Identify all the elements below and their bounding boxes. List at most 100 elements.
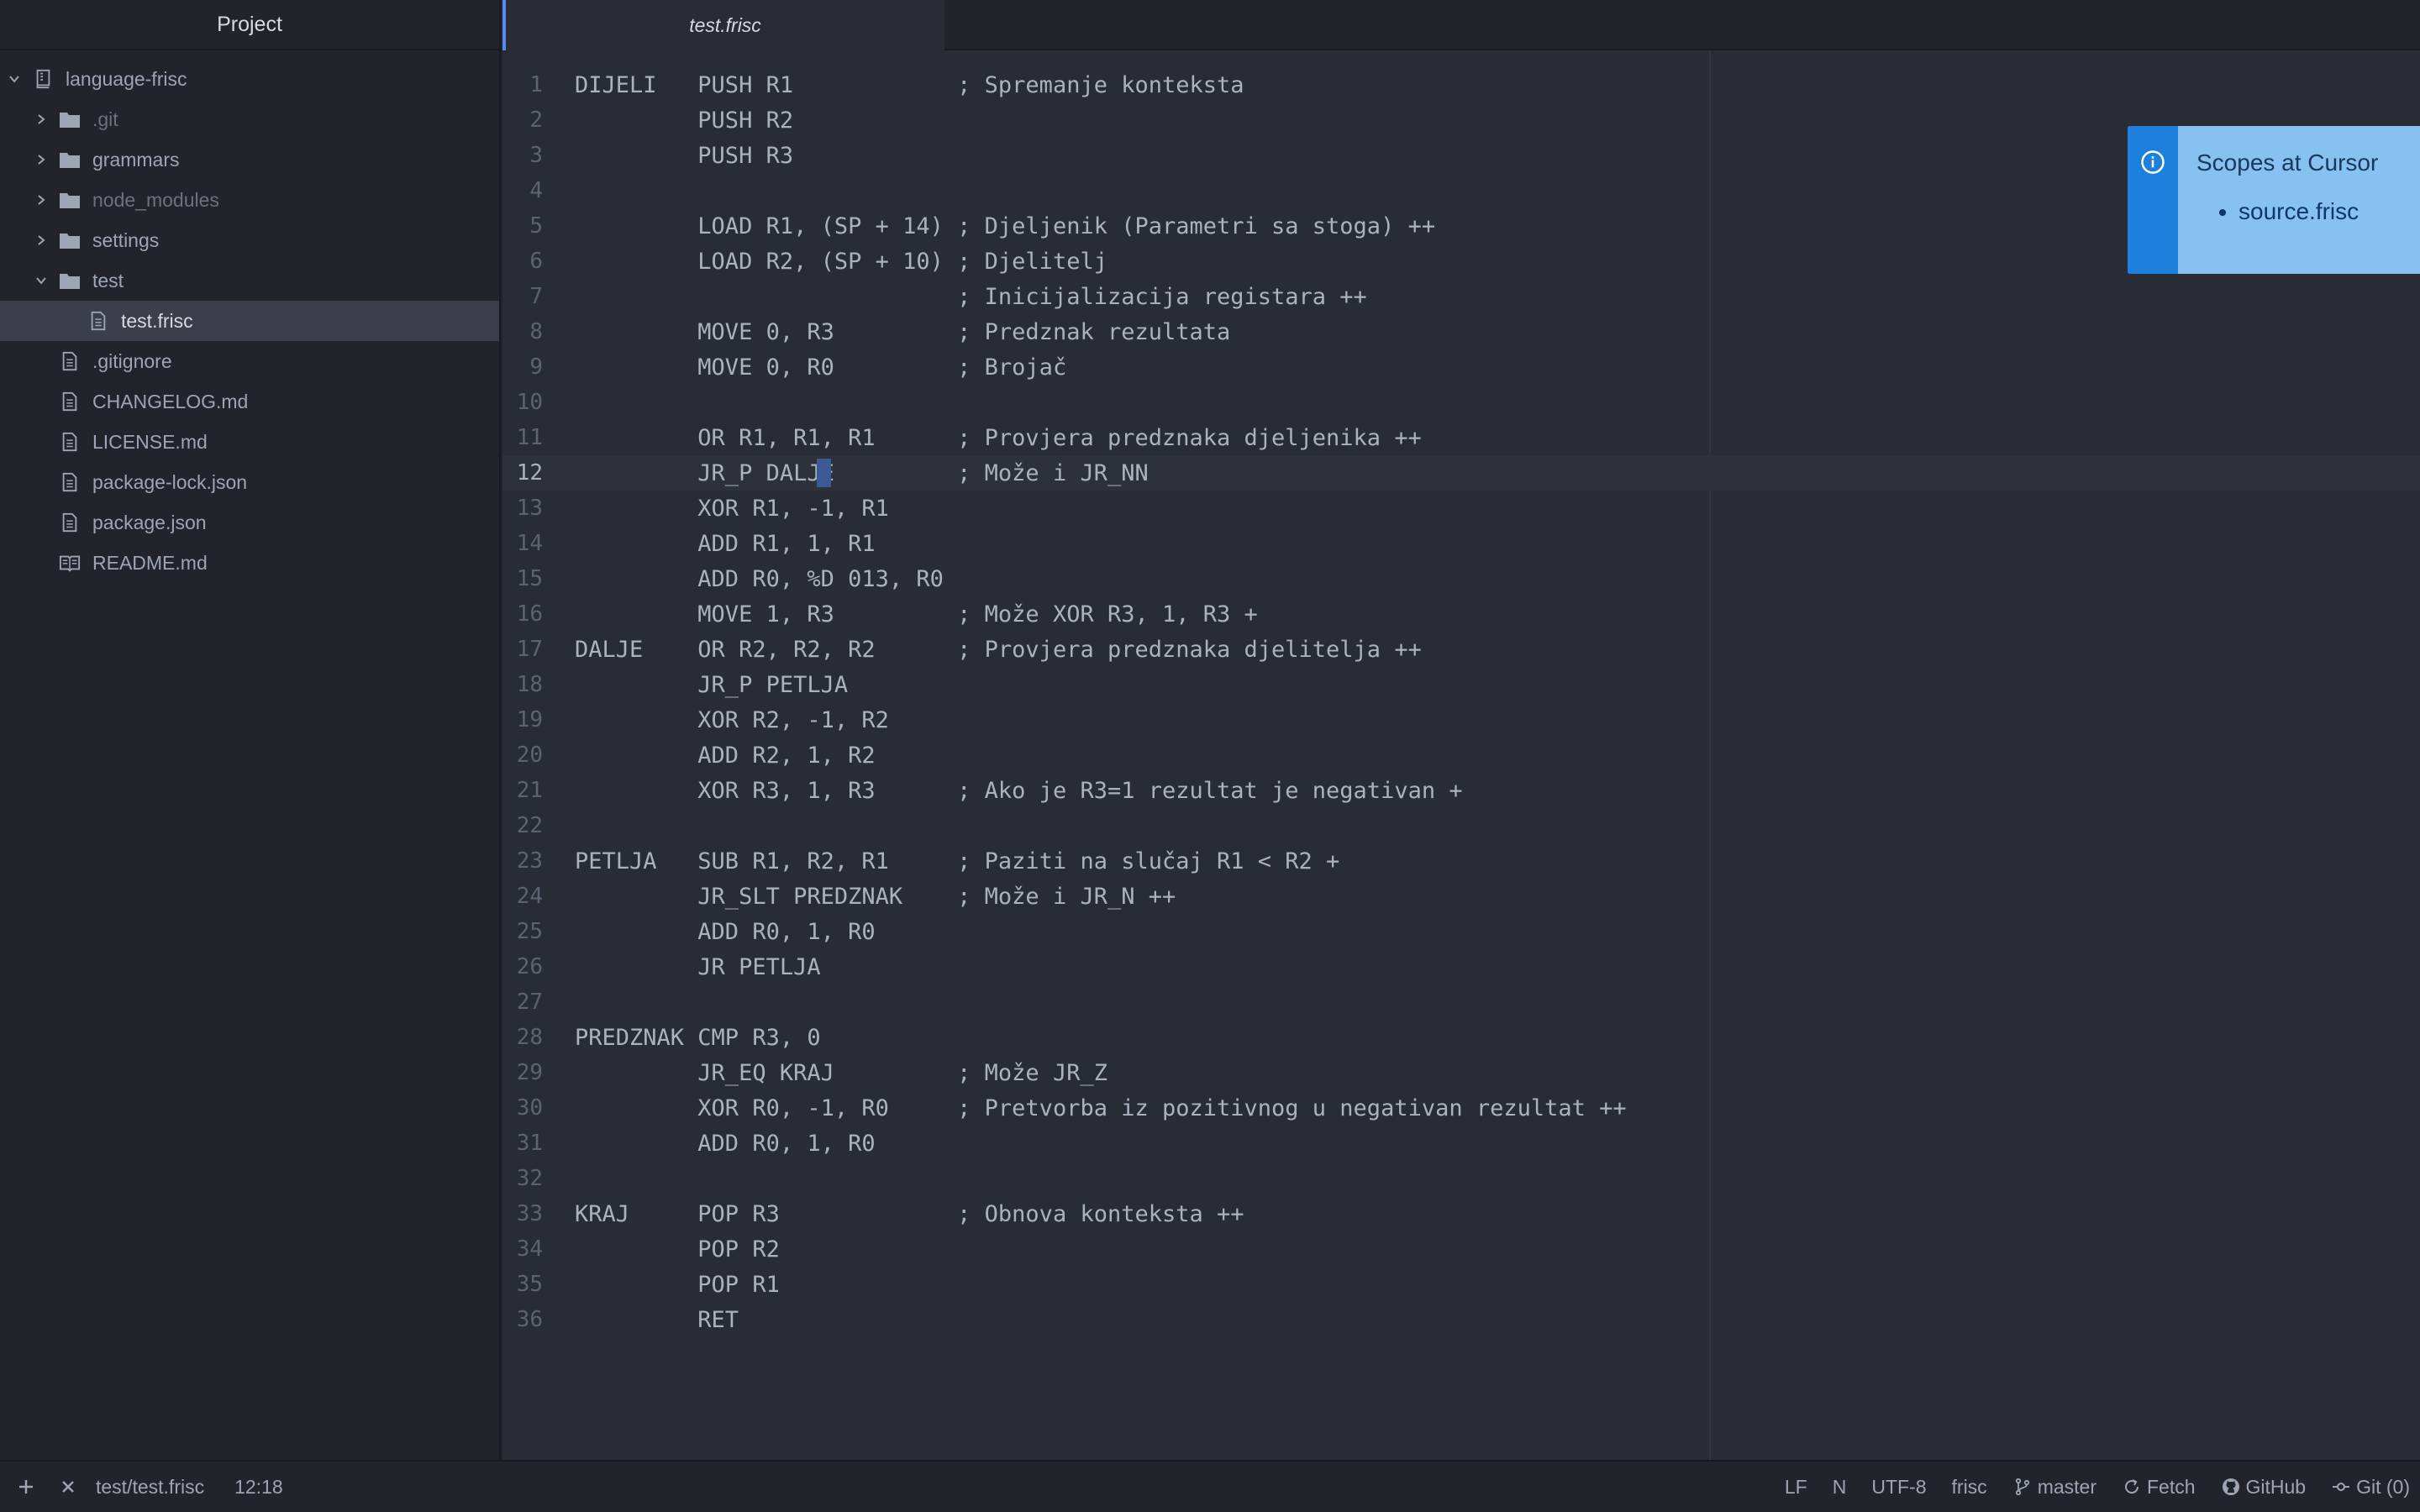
tree-item-label: CHANGELOG.md <box>92 390 249 412</box>
code-line[interactable]: 36 RET <box>502 1302 2420 1337</box>
tree-file[interactable]: package-lock.json <box>0 462 499 502</box>
code-text: MOVE 1, R3 ; Može XOR R3, 1, R3 + <box>575 601 1258 627</box>
code-line[interactable]: 28 PREDZNAK CMP R3, 0 <box>502 1020 2420 1055</box>
code-line[interactable]: 32 <box>502 1161 2420 1196</box>
tree-folder[interactable]: node_modules <box>0 180 499 220</box>
code-line[interactable]: 11 OR R1, R1, R1 ; Provjera predznaka dj… <box>502 420 2420 455</box>
code-line[interactable]: 12 JR_P DALJE ; Može i JR_NN <box>502 455 2420 491</box>
file-text-icon <box>86 310 111 332</box>
file-text-icon <box>57 431 82 453</box>
line-number: 9 <box>529 354 543 380</box>
line-number: 29 <box>516 1060 543 1085</box>
code-line[interactable]: 25 ADD R0, 1, R0 <box>502 914 2420 949</box>
tree-item-label: test.frisc <box>121 309 193 332</box>
tree-file[interactable]: LICENSE.md <box>0 422 499 462</box>
code-line[interactable]: 26 JR PETLJA <box>502 949 2420 984</box>
code-line[interactable]: 33 KRAJ POP R3 ; Obnova konteksta ++ <box>502 1196 2420 1231</box>
code-line[interactable]: 34 POP R2 <box>502 1231 2420 1267</box>
line-number: 21 <box>516 778 543 803</box>
code-line[interactable]: 14 ADD R1, 1, R1 <box>502 526 2420 561</box>
folder-icon <box>57 189 82 211</box>
tree-file[interactable]: package.json <box>0 502 499 543</box>
code-text: ADD R0, 1, R0 <box>575 918 876 945</box>
grammar-selector[interactable]: frisc <box>1952 1476 1987 1499</box>
code-line[interactable]: 8 MOVE 0, R3 ; Predznak rezultata <box>502 314 2420 349</box>
code-line[interactable]: 18 JR_P PETLJA <box>502 667 2420 702</box>
tab-test-frisc[interactable]: test.frisc <box>502 0 944 50</box>
chevron-right-icon[interactable] <box>32 191 50 209</box>
tree-folder[interactable]: language-frisc <box>0 59 499 99</box>
code-line[interactable]: 10 <box>502 385 2420 420</box>
code-line[interactable]: 17 DALJE OR R2, R2, R2 ; Provjera predzna… <box>502 632 2420 667</box>
code-text: JR_P DALJE ; Može i JR_NN <box>575 459 1149 486</box>
tree-folder[interactable]: .git <box>0 99 499 139</box>
code-line[interactable]: 30 XOR R0, -1, R0 ; Pretvorba iz pozitiv… <box>502 1090 2420 1126</box>
chevron-down-icon[interactable] <box>5 70 24 88</box>
line-number: 24 <box>516 884 543 909</box>
cursor-position[interactable]: 12:18 <box>234 1476 283 1499</box>
tree-file[interactable]: CHANGELOG.md <box>0 381 499 422</box>
chevron-right-icon[interactable] <box>32 110 50 129</box>
line-number: 4 <box>529 178 543 203</box>
git-commit-icon <box>2333 1483 2350 1491</box>
line-number: 35 <box>516 1272 543 1297</box>
line-number: 16 <box>516 601 543 627</box>
code-text: ADD R1, 1, R1 <box>575 530 876 557</box>
line-number: 14 <box>516 531 543 556</box>
git-panel-button[interactable]: Git (0) <box>2331 1476 2410 1499</box>
fetch-button[interactable]: Fetch <box>2122 1476 2196 1499</box>
chevron-down-icon[interactable] <box>32 271 50 290</box>
code-line[interactable]: 29 JR_EQ KRAJ ; Može JR_Z <box>502 1055 2420 1090</box>
tree-folder[interactable]: grammars <box>0 139 499 180</box>
code-line[interactable]: 20 ADD R2, 1, R2 <box>502 738 2420 773</box>
close-panel-button[interactable] <box>54 1473 82 1501</box>
code-line[interactable]: 31 ADD R0, 1, R0 <box>502 1126 2420 1161</box>
code-line[interactable]: 23 PETLJA SUB R1, R2, R1 ; Paziti na sluč… <box>502 843 2420 879</box>
line-number: 11 <box>516 425 543 450</box>
notification-scopes: Scopes at Cursor source.frisc <box>2128 126 2420 274</box>
tree-file[interactable]: README.md <box>0 543 499 583</box>
code-line[interactable]: 16 MOVE 1, R3 ; Može XOR R3, 1, R3 + <box>502 596 2420 632</box>
chevron-right-icon[interactable] <box>32 150 50 169</box>
github-icon <box>2222 1478 2239 1495</box>
code-line[interactable]: 15 ADD R0, %D 013, R0 <box>502 561 2420 596</box>
code-text: JR_P PETLJA <box>575 671 849 698</box>
code-line[interactable]: 22 <box>502 808 2420 843</box>
code-line[interactable]: 24 JR_SLT PREDZNAK ; Može i JR_N ++ <box>502 879 2420 914</box>
git-label: Git (0) <box>2356 1475 2410 1498</box>
code-text: JR PETLJA <box>575 953 821 980</box>
indent-mode[interactable]: N <box>1833 1476 1847 1499</box>
tree-view-title[interactable]: Project <box>0 0 499 50</box>
encoding-selector[interactable]: UTF-8 <box>1871 1476 1926 1499</box>
branch-selector[interactable]: master <box>2012 1476 2096 1499</box>
github-panel-button[interactable]: GitHub <box>2221 1476 2306 1499</box>
line-number: 8 <box>529 319 543 344</box>
tree-folder[interactable]: settings <box>0 220 499 260</box>
line-number: 10 <box>516 390 543 415</box>
status-bar: test/test.frisc 12:18 LF N UTF-8 frisc m… <box>0 1460 2420 1512</box>
code-line[interactable]: 9 MOVE 0, R0 ; Brojač <box>502 349 2420 385</box>
code-line[interactable]: 35 POP R1 <box>502 1267 2420 1302</box>
tree-item-label: .git <box>92 108 118 130</box>
tree-file[interactable]: .gitignore <box>0 341 499 381</box>
text-editor[interactable]: 1 DIJELI PUSH R1 ; Spremanje konteksta 2 P… <box>502 50 2420 1460</box>
code-line[interactable]: 27 <box>502 984 2420 1020</box>
code-text: JR_EQ KRAJ ; Može JR_Z <box>575 1059 1107 1086</box>
notification-body: Scopes at Cursor source.frisc <box>2178 126 2420 274</box>
add-panel-button[interactable] <box>12 1473 40 1501</box>
code-line[interactable]: 13 XOR R1, -1, R1 <box>502 491 2420 526</box>
code-line[interactable]: 21 XOR R3, 1, R3 ; Ako je R3=1 rezultat … <box>502 773 2420 808</box>
notification-title: Scopes at Cursor <box>2196 150 2379 176</box>
folder-icon <box>57 108 82 130</box>
code-line[interactable]: 19 XOR R2, -1, R2 <box>502 702 2420 738</box>
code-line[interactable]: 7 ; Inicijalizacija registara ++ <box>502 279 2420 314</box>
chevron-right-icon[interactable] <box>32 231 50 249</box>
tree-item-label: test <box>92 269 124 291</box>
tree-file[interactable]: test.frisc <box>0 301 499 341</box>
code-text: XOR R0, -1, R0 ; Pretvorba iz pozitivnog… <box>575 1095 1627 1121</box>
line-number: 36 <box>516 1307 543 1332</box>
line-ending-selector[interactable]: LF <box>1785 1476 1807 1499</box>
tree-folder[interactable]: test <box>0 260 499 301</box>
file-path[interactable]: test/test.frisc <box>96 1476 204 1499</box>
code-line[interactable]: 1 DIJELI PUSH R1 ; Spremanje konteksta <box>502 67 2420 102</box>
